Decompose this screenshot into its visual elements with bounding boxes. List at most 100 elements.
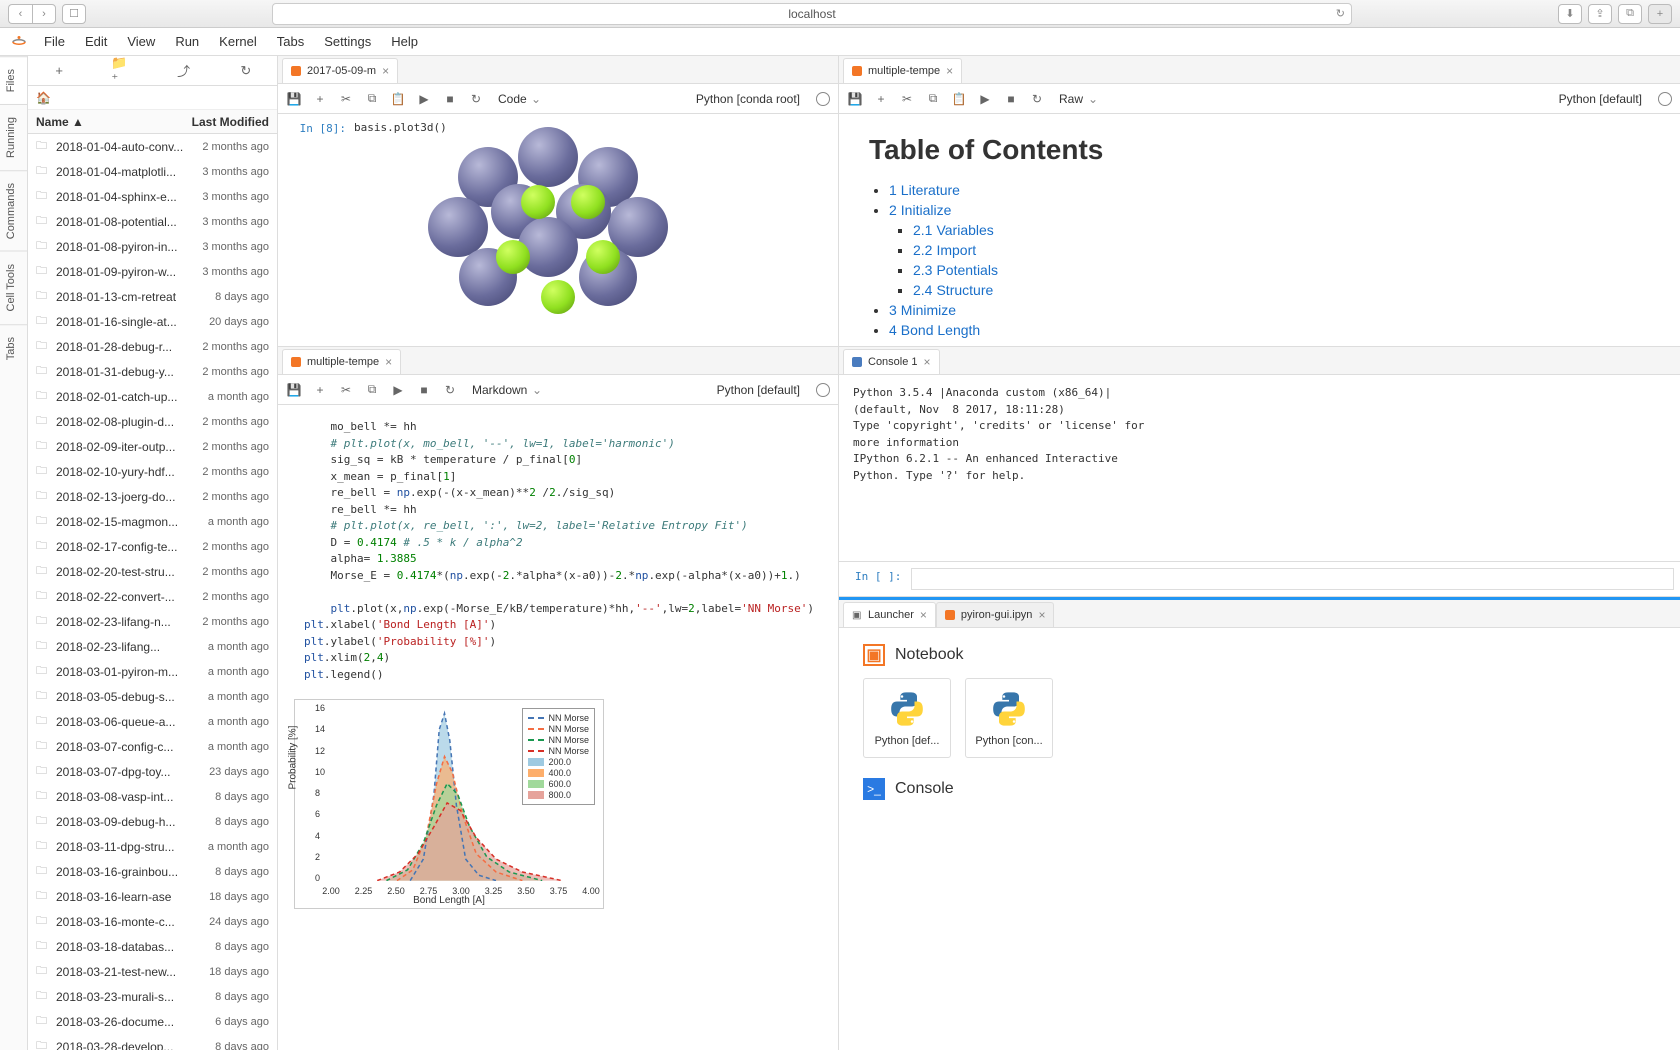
refresh-icon[interactable]: ↻ xyxy=(1336,7,1345,20)
run-button[interactable]: ▶ xyxy=(390,382,406,398)
menu-kernel[interactable]: Kernel xyxy=(209,30,267,53)
toc-link[interactable]: 1Literature xyxy=(889,182,960,198)
toc-link[interactable]: 2Initialize xyxy=(889,202,951,218)
file-row[interactable]: 🗀2018-02-01-catch-up...a month ago xyxy=(28,384,277,409)
copy-button[interactable]: ⧉ xyxy=(364,382,380,398)
rail-tab-files[interactable]: Files xyxy=(0,56,27,104)
home-icon[interactable]: 🏠 xyxy=(36,91,51,105)
file-row[interactable]: 🗀2018-01-13-cm-retreat8 days ago xyxy=(28,284,277,309)
file-row[interactable]: 🗀2018-02-20-test-stru...2 months ago xyxy=(28,559,277,584)
kernel-name[interactable]: Python [default] xyxy=(1559,92,1642,106)
refresh-files-button[interactable]: ↻ xyxy=(236,61,256,81)
url-bar[interactable]: localhost ↻ xyxy=(272,3,1352,25)
rail-tab-commands[interactable]: Commands xyxy=(0,170,27,251)
close-icon[interactable]: × xyxy=(924,355,931,369)
tab-launcher[interactable]: ▣ Launcher × xyxy=(843,602,936,627)
close-icon[interactable]: × xyxy=(385,355,392,369)
breadcrumb[interactable]: 🏠 xyxy=(28,86,277,110)
new-folder-button[interactable]: 📁⁺ xyxy=(111,61,131,81)
file-row[interactable]: 🗀2018-03-21-test-new...18 days ago xyxy=(28,959,277,984)
file-row[interactable]: 🗀2018-03-09-debug-h...8 days ago xyxy=(28,809,277,834)
file-row[interactable]: 🗀2018-02-17-config-te...2 months ago xyxy=(28,534,277,559)
tab-pyiron-gui[interactable]: pyiron-gui.ipyn × xyxy=(936,602,1055,627)
insert-cell-button[interactable]: + xyxy=(312,91,328,107)
file-row[interactable]: 🗀2018-01-08-potential...3 months ago xyxy=(28,209,277,234)
sidebar-toggle[interactable]: ☐ xyxy=(62,4,86,24)
tab-console-1[interactable]: Console 1 × xyxy=(843,349,940,374)
menu-edit[interactable]: Edit xyxy=(75,30,117,53)
file-row[interactable]: 🗀2018-03-07-config-c...a month ago xyxy=(28,734,277,759)
rail-tab-running[interactable]: Running xyxy=(0,104,27,170)
tab-2017-05-09[interactable]: 2017-05-09-m × xyxy=(282,58,398,83)
rail-tab-tabs[interactable]: Tabs xyxy=(0,324,27,372)
console-input[interactable] xyxy=(911,568,1674,590)
file-list[interactable]: 🗀2018-01-04-auto-conv...2 months ago🗀201… xyxy=(28,134,277,1050)
file-row[interactable]: 🗀2018-01-08-pyiron-in...3 months ago xyxy=(28,234,277,259)
toc-link[interactable]: 2.1Variables xyxy=(913,222,994,238)
paste-button[interactable]: 📋 xyxy=(390,91,406,107)
file-row[interactable]: 🗀2018-03-06-queue-a...a month ago xyxy=(28,709,277,734)
file-row[interactable]: 🗀2018-01-16-single-at...20 days ago xyxy=(28,309,277,334)
menu-view[interactable]: View xyxy=(117,30,165,53)
restart-button[interactable]: ↻ xyxy=(468,91,484,107)
file-row[interactable]: 🗀2018-03-11-dpg-stru...a month ago xyxy=(28,834,277,859)
launcher-card[interactable]: Python [con... xyxy=(965,678,1053,758)
stop-button[interactable]: ■ xyxy=(442,91,458,107)
file-row[interactable]: 🗀2018-03-28-develop...8 days ago xyxy=(28,1034,277,1050)
file-row[interactable]: 🗀2018-02-10-yury-hdf...2 months ago xyxy=(28,459,277,484)
file-row[interactable]: 🗀2018-02-09-iter-outp...2 months ago xyxy=(28,434,277,459)
file-row[interactable]: 🗀2018-01-31-debug-y...2 months ago xyxy=(28,359,277,384)
cut-button[interactable]: ✂ xyxy=(899,91,915,107)
code-cell[interactable]: mo_bell *= hh # plt.plot(x, mo_bell, '--… xyxy=(284,411,832,691)
save-button[interactable]: 💾 xyxy=(286,382,302,398)
file-row[interactable]: 🗀2018-03-08-vasp-int...8 days ago xyxy=(28,784,277,809)
file-row[interactable]: 🗀2018-03-18-databas...8 days ago xyxy=(28,934,277,959)
save-button[interactable]: 💾 xyxy=(286,91,302,107)
tab-multiple-tempe-1[interactable]: multiple-tempe × xyxy=(843,58,962,83)
file-row[interactable]: 🗀2018-02-23-lifang...a month ago xyxy=(28,634,277,659)
stop-button[interactable]: ■ xyxy=(416,382,432,398)
close-icon[interactable]: × xyxy=(1038,608,1045,622)
file-row[interactable]: 🗀2018-01-09-pyiron-w...3 months ago xyxy=(28,259,277,284)
toc-link[interactable]: 2.4Structure xyxy=(913,282,993,298)
file-row[interactable]: 🗀2018-02-22-convert-...2 months ago xyxy=(28,584,277,609)
close-icon[interactable]: × xyxy=(920,608,927,622)
cell-type-select[interactable]: Markdown xyxy=(468,381,544,399)
cell-type-select[interactable]: Code xyxy=(494,90,543,108)
close-icon[interactable]: × xyxy=(946,64,953,78)
forward-button[interactable]: › xyxy=(32,4,56,24)
code-cell[interactable]: basis.plot3d() xyxy=(354,120,832,137)
run-button[interactable]: ▶ xyxy=(416,91,432,107)
new-file-button[interactable]: + xyxy=(49,61,69,81)
file-row[interactable]: 🗀2018-01-04-matplotli...3 months ago xyxy=(28,159,277,184)
file-row[interactable]: 🗀2018-03-26-docume...6 days ago xyxy=(28,1009,277,1034)
kernel-name[interactable]: Python [default] xyxy=(717,383,800,397)
launcher-card[interactable]: Python [def... xyxy=(863,678,951,758)
paste-button[interactable]: 📋 xyxy=(951,91,967,107)
file-row[interactable]: 🗀2018-02-08-plugin-d...2 months ago xyxy=(28,409,277,434)
file-row[interactable]: 🗀2018-03-16-learn-ase18 days ago xyxy=(28,884,277,909)
toc-link[interactable]: 2.2Import xyxy=(913,242,976,258)
save-button[interactable]: 💾 xyxy=(847,91,863,107)
copy-button[interactable]: ⧉ xyxy=(364,91,380,107)
share-button[interactable]: ⇪ xyxy=(1588,4,1612,24)
file-row[interactable]: 🗀2018-03-16-grainbou...8 days ago xyxy=(28,859,277,884)
back-button[interactable]: ‹ xyxy=(8,4,32,24)
close-icon[interactable]: × xyxy=(382,64,389,78)
insert-cell-button[interactable]: + xyxy=(873,91,889,107)
file-row[interactable]: 🗀2018-02-13-joerg-do...2 months ago xyxy=(28,484,277,509)
restart-button[interactable]: ↻ xyxy=(1029,91,1045,107)
file-row[interactable]: 🗀2018-01-04-sphinx-e...3 months ago xyxy=(28,184,277,209)
header-name[interactable]: Name ▲ xyxy=(36,115,192,129)
file-row[interactable]: 🗀2018-03-16-monte-c...24 days ago xyxy=(28,909,277,934)
copy-button[interactable]: ⧉ xyxy=(925,91,941,107)
rail-tab-cell-tools[interactable]: Cell Tools xyxy=(0,251,27,324)
toc-link[interactable]: 3Minimize xyxy=(889,302,956,318)
toc-link[interactable]: 4Bond Length xyxy=(889,322,980,338)
stop-button[interactable]: ■ xyxy=(1003,91,1019,107)
menu-settings[interactable]: Settings xyxy=(314,30,381,53)
kernel-name[interactable]: Python [conda root] xyxy=(696,92,800,106)
upload-button[interactable]: ⤴ xyxy=(174,61,194,81)
header-modified[interactable]: Last Modified xyxy=(192,115,269,129)
file-row[interactable]: 🗀2018-03-07-dpg-toy...23 days ago xyxy=(28,759,277,784)
